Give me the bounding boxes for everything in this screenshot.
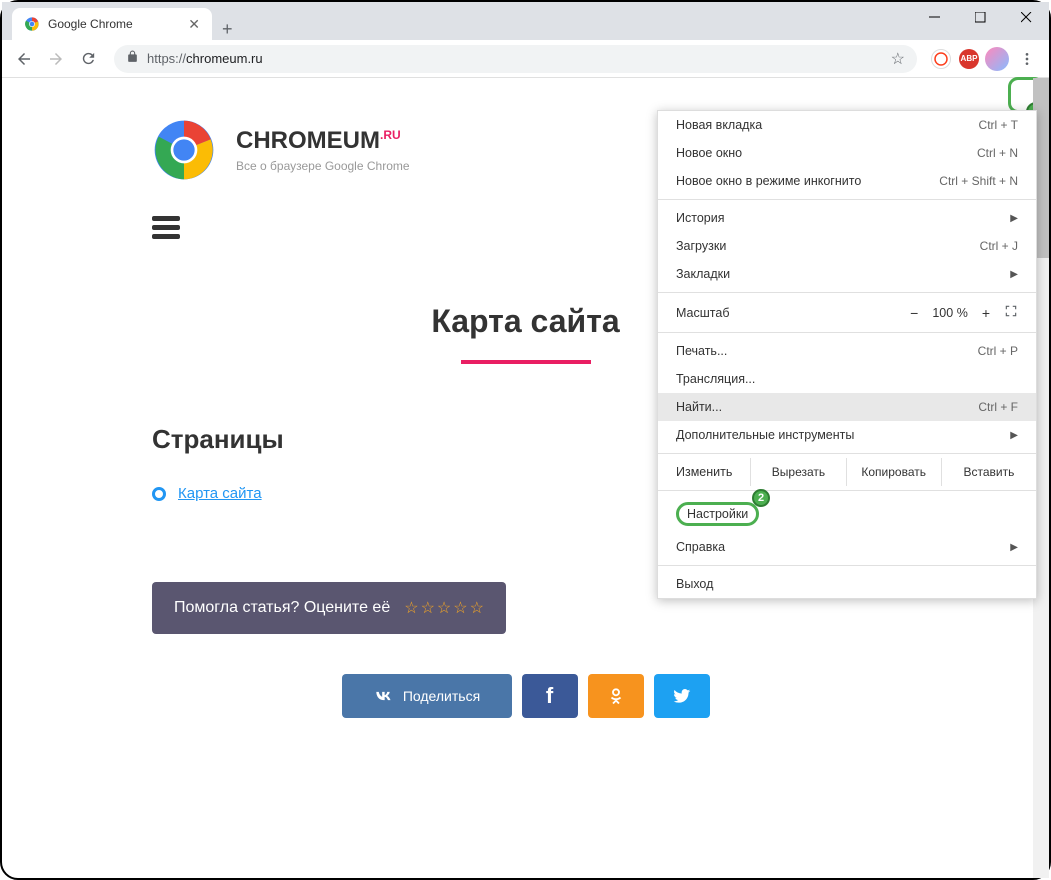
lock-icon: [126, 50, 139, 68]
menu-find[interactable]: Найти...Ctrl + F: [658, 393, 1036, 421]
chevron-right-icon: ▶: [1010, 213, 1018, 224]
new-tab-button[interactable]: +: [212, 19, 243, 40]
menu-paste[interactable]: Вставить: [941, 458, 1036, 486]
menu-edit-row: Изменить Вырезать Копировать Вставить: [658, 458, 1036, 486]
menu-print[interactable]: Печать...Ctrl + P: [658, 337, 1036, 365]
back-button[interactable]: [10, 45, 38, 73]
share-vk-button[interactable]: Поделиться: [342, 674, 512, 718]
zoom-value: 100 %: [932, 306, 967, 320]
share-facebook-button[interactable]: f: [522, 674, 578, 718]
tagline: Все о браузере Google Chrome: [236, 159, 410, 173]
star-icon[interactable]: ☆: [437, 598, 451, 618]
window-controls: [911, 2, 1049, 32]
close-button[interactable]: [1003, 2, 1049, 32]
fullscreen-icon[interactable]: [1004, 304, 1018, 321]
star-icon[interactable]: ☆: [404, 598, 418, 618]
rating-text: Помогла статья? Оцените её: [174, 599, 390, 617]
menu-bookmarks[interactable]: Закладки▶: [658, 260, 1036, 288]
menu-new-tab[interactable]: Новая вкладкаCtrl + T: [658, 111, 1036, 139]
chevron-right-icon: ▶: [1010, 542, 1018, 553]
chrome-favicon-icon: [24, 16, 40, 32]
chrome-main-menu: Новая вкладкаCtrl + T Новое окноCtrl + N…: [657, 110, 1037, 599]
menu-help[interactable]: Справка▶: [658, 533, 1036, 561]
bullet-icon: [152, 487, 166, 501]
menu-new-window[interactable]: Новое окноCtrl + N: [658, 139, 1036, 167]
forward-button[interactable]: [42, 45, 70, 73]
star-icon[interactable]: ☆: [470, 598, 484, 618]
star-icon[interactable]: ☆: [453, 598, 467, 618]
tab-close-icon[interactable]: ✕: [188, 16, 200, 33]
yandex-extension-icon[interactable]: [931, 49, 951, 69]
annotation-highlight-2: Настройки: [676, 502, 759, 526]
menu-exit[interactable]: Выход: [658, 570, 1036, 598]
abp-extension-icon[interactable]: ABP: [959, 49, 979, 69]
browser-tab[interactable]: Google Chrome ✕: [12, 8, 212, 40]
sitemap-link[interactable]: Карта сайта: [178, 485, 262, 502]
menu-settings[interactable]: Настройки 2: [658, 495, 1036, 533]
minimize-button[interactable]: [911, 2, 957, 32]
profile-avatar[interactable]: [985, 47, 1009, 71]
rating-box[interactable]: Помогла статья? Оцените её ☆ ☆ ☆ ☆ ☆: [152, 582, 506, 634]
url-text: https://chromeum.ru: [147, 51, 883, 66]
reload-button[interactable]: [74, 45, 102, 73]
menu-copy[interactable]: Копировать: [846, 458, 941, 486]
toolbar: https://chromeum.ru ☆ ABP: [2, 40, 1049, 78]
share-ok-button[interactable]: [588, 674, 644, 718]
menu-cut[interactable]: Вырезать: [750, 458, 845, 486]
menu-incognito[interactable]: Новое окно в режиме инкогнитоCtrl + Shif…: [658, 167, 1036, 195]
chevron-right-icon: ▶: [1010, 269, 1018, 280]
chrome-menu-button[interactable]: [1013, 45, 1041, 73]
menu-history[interactable]: История▶: [658, 204, 1036, 232]
zoom-in-button[interactable]: +: [982, 305, 990, 321]
maximize-button[interactable]: [957, 2, 1003, 32]
hamburger-menu-icon[interactable]: [152, 212, 180, 243]
chevron-right-icon: ▶: [1010, 430, 1018, 441]
zoom-out-button[interactable]: −: [910, 305, 918, 321]
titlebar: Google Chrome ✕ +: [2, 2, 1049, 40]
menu-downloads[interactable]: ЗагрузкиCtrl + J: [658, 232, 1036, 260]
bookmark-star-icon[interactable]: ☆: [891, 49, 905, 69]
menu-cast[interactable]: Трансляция...: [658, 365, 1036, 393]
menu-more-tools[interactable]: Дополнительные инструменты▶: [658, 421, 1036, 449]
annotation-badge-2: 2: [752, 489, 770, 507]
menu-zoom: Масштаб − 100 % +: [658, 297, 1036, 328]
share-twitter-button[interactable]: [654, 674, 710, 718]
title-underline: [461, 360, 591, 364]
rating-stars[interactable]: ☆ ☆ ☆ ☆ ☆: [404, 598, 484, 618]
brand-name: CHROMEUM.RU: [236, 127, 410, 155]
social-share-row: Поделиться f: [152, 674, 899, 718]
tab-title: Google Chrome: [48, 17, 180, 31]
address-bar[interactable]: https://chromeum.ru ☆: [114, 45, 917, 73]
chrome-logo-icon: [152, 118, 216, 182]
star-icon[interactable]: ☆: [421, 598, 435, 618]
